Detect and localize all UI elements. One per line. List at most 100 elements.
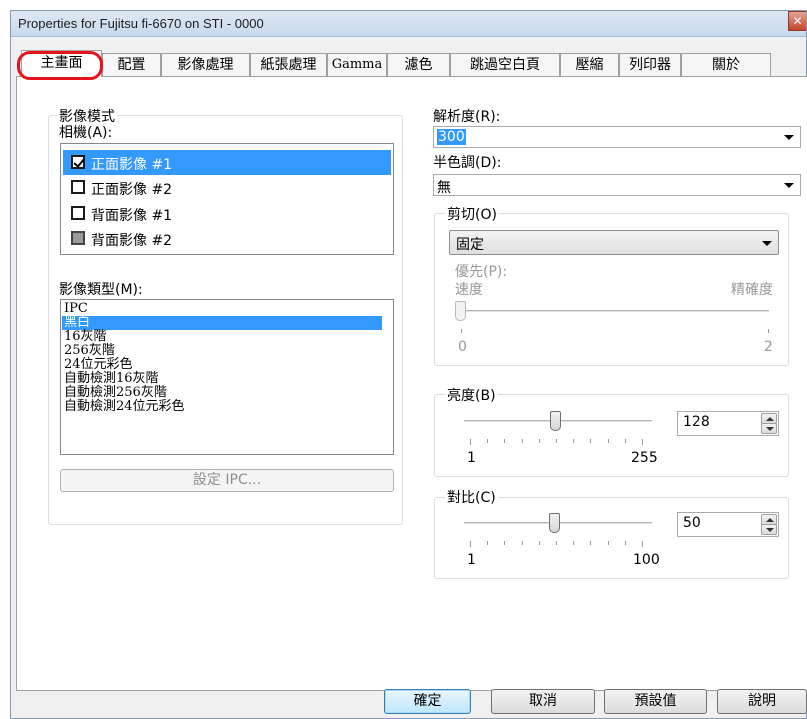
halftone-combo[interactable]: 無 [433, 174, 801, 196]
camera-item[interactable]: 背面影像 #2 [63, 226, 391, 251]
image-type-item[interactable]: 256灰階 [62, 344, 382, 358]
slider-tick [538, 541, 540, 545]
image-type-item[interactable]: IPC [62, 302, 382, 316]
brightness-max-label: 255 [631, 450, 658, 466]
camera-item[interactable]: 正面影像 #1 [63, 150, 391, 175]
camera-item[interactable]: 背面影像 #1 [63, 201, 391, 226]
ok-button[interactable]: 確定 [384, 689, 471, 714]
camera-label: 相機(A): [59, 125, 113, 141]
halftone-value: 無 [437, 180, 451, 196]
help-button-label: 說明 [748, 693, 776, 709]
brightness-value[interactable]: 128 [683, 414, 710, 430]
image-type-item[interactable]: 自動檢測256灰階 [62, 386, 382, 400]
brightness-slider-thumb[interactable] [550, 411, 561, 431]
tab-layout[interactable]: 配置 [102, 53, 161, 76]
spin-down-button[interactable] [761, 423, 777, 434]
tab-imprinter[interactable]: 列印器 [619, 53, 681, 76]
resolution-combo[interactable]: 300 [433, 126, 801, 148]
properties-dialog: Properties for Fujitsu fi-6670 on STI - … [10, 10, 807, 719]
camera-listbox[interactable]: 正面影像 #1 正面影像 #2 背面影像 #1 背面影像 #2 [60, 143, 394, 255]
slider-tick [504, 439, 506, 443]
slider-tick [590, 439, 592, 443]
contrast-max-label: 100 [633, 552, 660, 568]
slider-tick [470, 541, 471, 547]
tab-compression[interactable]: 壓縮 [560, 53, 619, 76]
priority-speed-label: 速度 [455, 282, 483, 298]
brightness-spinner[interactable]: 128 [677, 411, 779, 436]
title-bar[interactable]: Properties for Fujitsu fi-6670 on STI - … [11, 11, 806, 37]
camera-item[interactable]: 正面影像 #2 [63, 175, 391, 200]
tab-label: 濾色 [404, 57, 433, 73]
tab-label: 跳過空白頁 [470, 57, 540, 73]
priority-max-label: 2 [764, 339, 773, 355]
checkbox-indeterminate-icon[interactable] [71, 231, 85, 245]
setup-ipc-button[interactable]: 設定 IPC... [60, 469, 394, 492]
image-type-item[interactable]: 24位元彩色 [62, 358, 382, 372]
tab-label: 影像處理 [177, 57, 234, 73]
slider-tick [487, 541, 489, 545]
slider-tick [607, 541, 609, 545]
brightness-group-label: 亮度(B) [445, 385, 498, 405]
brightness-min-label: 1 [467, 450, 476, 466]
cropping-combo[interactable]: 固定 [449, 230, 779, 255]
cancel-button[interactable]: 取消 [491, 689, 595, 714]
slider-tick [521, 439, 523, 443]
resolution-value[interactable]: 300 [437, 129, 466, 145]
slider-tick [504, 541, 506, 545]
window-title: Properties for Fujitsu fi-6670 on STI - … [18, 16, 264, 31]
help-button[interactable]: 說明 [717, 689, 807, 714]
halftone-label: 半色調(D): [433, 155, 502, 171]
priority-tick [768, 329, 769, 333]
slider-tick [590, 541, 592, 545]
image-type-item[interactable]: 自動檢測16灰階 [62, 372, 382, 386]
defaults-button[interactable]: 預設值 [604, 689, 707, 714]
tab-strip: 主畫面 配置 影像處理 紙張處理 Gamma 濾色 跳過空白頁 壓縮 列印器 關… [16, 50, 806, 80]
cancel-button-label: 取消 [529, 693, 557, 709]
spin-down-button[interactable] [761, 524, 777, 535]
checkbox-icon[interactable] [71, 180, 85, 194]
close-icon: ✕ [792, 14, 803, 28]
checkbox-checked-icon[interactable] [71, 155, 85, 169]
slider-tick [521, 541, 523, 545]
slider-tick [642, 541, 643, 547]
tab-main[interactable]: 主畫面 [21, 50, 102, 77]
chevron-down-icon[interactable] [762, 240, 772, 246]
image-type-item[interactable]: 16灰階 [62, 330, 382, 344]
contrast-group [434, 497, 789, 579]
contrast-spinner[interactable]: 50 [677, 512, 779, 537]
image-type-item[interactable]: 自動檢測24位元彩色 [62, 400, 382, 414]
image-type-item[interactable]: 黑白 [62, 316, 382, 330]
camera-item-label: 背面影像 #1 [91, 208, 173, 224]
image-type-listbox[interactable]: IPC 黑白 16灰階 256灰階 24位元彩色 自動檢測16灰階 自動檢測25… [60, 299, 394, 455]
arrow-down-icon [766, 427, 774, 431]
tab-blank-page-skip[interactable]: 跳過空白頁 [450, 53, 560, 76]
chevron-down-icon[interactable] [784, 183, 794, 188]
tab-label: 紙張處理 [260, 57, 317, 73]
tab-image-processing[interactable]: 影像處理 [161, 53, 250, 76]
tab-label: 列印器 [629, 57, 671, 73]
cropping-group-label: 剪切(O) [445, 204, 499, 224]
priority-slider-thumb[interactable] [455, 301, 466, 321]
main-tab-panel: 影像模式 相機(A): 正面影像 #1 正面影像 #2 背面影像 #1 背面影像… [16, 76, 807, 714]
camera-item-label: 正面影像 #1 [91, 157, 173, 173]
contrast-slider-thumb[interactable] [549, 513, 561, 533]
priority-min-label: 0 [458, 339, 467, 355]
tab-label: 主畫面 [40, 55, 83, 71]
tab-gamma[interactable]: Gamma [327, 53, 387, 76]
tab-paper-handling[interactable]: 紙張處理 [250, 53, 327, 76]
slider-tick [624, 541, 626, 545]
checkbox-icon[interactable] [71, 206, 85, 220]
tab-dropout[interactable]: 濾色 [387, 53, 450, 76]
contrast-value[interactable]: 50 [683, 515, 701, 531]
slider-tick [538, 439, 540, 443]
close-button[interactable]: ✕ [788, 11, 806, 31]
slider-tick [607, 439, 609, 443]
contrast-group-label: 對比(C) [445, 487, 498, 507]
chevron-down-icon[interactable] [784, 135, 794, 140]
tab-about[interactable]: 關於 [681, 53, 771, 76]
resolution-label: 解析度(R): [433, 109, 501, 125]
slider-tick [642, 439, 643, 445]
defaults-button-label: 預設值 [634, 693, 677, 709]
arrow-up-icon [766, 417, 774, 421]
tab-label: Gamma [331, 57, 383, 72]
